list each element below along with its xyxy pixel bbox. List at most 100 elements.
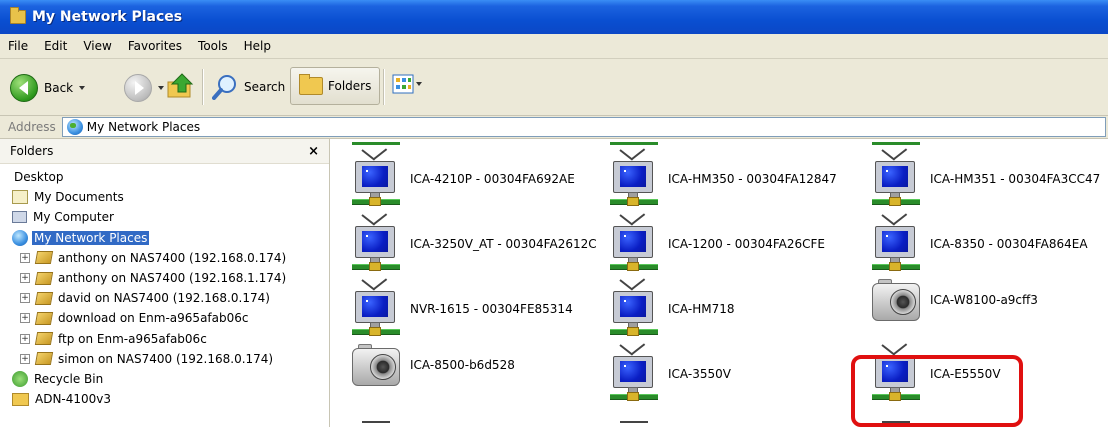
tree-item[interactable]: Desktop <box>0 167 329 187</box>
network-device-label: ICA-4210P - 00304FA692AE <box>410 172 575 186</box>
network-device-item[interactable]: ICA-8500-b6d528 <box>352 344 515 386</box>
network-device-item[interactable]: ICA-1200 - 00304FA26CFE <box>610 213 826 274</box>
recycle-bin-icon <box>12 370 28 387</box>
folders-icon <box>299 74 323 95</box>
tree-item[interactable]: + anthony on NAS7400 (192.168.1.174) <box>0 268 329 288</box>
tree-item-label: ADN-4100v3 <box>35 392 112 407</box>
network-device-item[interactable]: ICA-4210P - 00304FA692AE <box>352 148 575 209</box>
menu-file[interactable]: File <box>0 39 36 53</box>
views-dropdown-icon[interactable] <box>416 82 422 86</box>
network-device-label: ICA-3250V_AT - 00304FA2612C <box>410 237 597 251</box>
search-button[interactable]: Search <box>212 74 285 100</box>
tree-item[interactable]: Recycle Bin <box>0 369 329 389</box>
network-device-label: ICA-3550V <box>668 367 731 381</box>
network-share-icon <box>34 352 54 366</box>
documents-icon <box>12 190 28 205</box>
tree-item[interactable]: + ftp on Enm-a965afab06c <box>0 329 329 349</box>
tree-item-label: ftp on Enm-a965afab06c <box>58 331 207 346</box>
network-share-icon <box>34 251 54 265</box>
expand-icon[interactable]: + <box>20 293 30 304</box>
menu-view[interactable]: View <box>75 39 119 53</box>
highlight-box <box>851 355 1023 427</box>
tree-item-label: My Documents <box>34 190 124 205</box>
back-label: Back <box>44 81 74 95</box>
tree-item[interactable]: + david on NAS7400 (192.168.0.174) <box>0 288 329 308</box>
search-icon <box>212 75 236 100</box>
tree-item-label: Recycle Bin <box>34 371 104 386</box>
expand-icon[interactable]: + <box>20 273 30 284</box>
address-label: Address <box>8 120 56 134</box>
menu-favorites[interactable]: Favorites <box>120 39 190 53</box>
forward-button[interactable] <box>124 74 164 102</box>
network-device-label: ICA-1200 - 00304FA26CFE <box>668 237 826 251</box>
menu-help[interactable]: Help <box>236 39 279 53</box>
network-device-item[interactable]: NVR-1615 - 00304FE85314 <box>352 278 573 339</box>
toolbar-separator <box>383 69 385 105</box>
views-button[interactable] <box>392 74 422 94</box>
window-title: My Network Places <box>32 9 183 25</box>
tree-item-label: david on NAS7400 (192.168.0.174) <box>58 291 270 306</box>
network-share-icon <box>34 291 54 305</box>
forward-arrow-icon <box>124 74 152 102</box>
folder-icon <box>12 392 29 406</box>
menu-edit[interactable]: Edit <box>36 39 75 53</box>
tree-item[interactable]: + download on Enm-a965afab06c <box>0 308 329 328</box>
address-value: My Network Places <box>86 120 201 134</box>
network-device-item[interactable]: ICA-HM350 - 00304FA12847 <box>610 148 837 209</box>
tree-item[interactable]: My Network Places <box>0 228 329 248</box>
folders-pane: Folders × Desktop My Documents My Computer… <box>0 139 330 427</box>
toolbar: Back Search Folders <box>0 59 1108 116</box>
folder-icon <box>10 7 26 24</box>
network-device-icon <box>610 139 658 145</box>
back-arrow-icon <box>10 74 38 102</box>
network-places-icon <box>12 229 28 246</box>
tree-item[interactable]: My Computer <box>0 207 329 227</box>
network-device-label: ICA-HM718 <box>668 302 735 316</box>
tree-item[interactable]: + simon on NAS7400 (192.168.0.174) <box>0 349 329 369</box>
forward-dropdown-icon[interactable] <box>158 86 164 90</box>
expand-icon[interactable]: + <box>20 333 30 344</box>
network-device-item[interactable]: ICA-HM718 <box>610 278 735 339</box>
menu-tools[interactable]: Tools <box>190 39 236 53</box>
tree-item[interactable]: + anthony on NAS7400 (192.168.0.174) <box>0 248 329 268</box>
tree-item-label: Desktop <box>14 170 64 185</box>
network-device-label: ICA-8350 - 00304FA864EA <box>930 237 1088 251</box>
menu-bar: File Edit View Favorites Tools Help <box>0 34 1108 59</box>
network-device-item[interactable]: ICA-8350 - 00304FA864EA <box>872 213 1088 274</box>
network-camera-monitor-icon <box>872 148 920 209</box>
tree-item-label: anthony on NAS7400 (192.168.1.174) <box>58 271 287 286</box>
network-device-item[interactable]: ICA-W8100-a9cff3 <box>872 279 1038 321</box>
tree-item[interactable]: ADN-4100v3 <box>0 389 329 409</box>
views-icon <box>392 74 414 94</box>
network-share-icon <box>34 271 54 285</box>
tree-item-label: My Computer <box>33 210 114 225</box>
up-folder-button[interactable] <box>166 72 196 100</box>
title-bar: My Network Places <box>0 0 1108 34</box>
expand-icon[interactable]: + <box>20 252 30 263</box>
tree-item-label: simon on NAS7400 (192.168.0.174) <box>58 351 274 366</box>
network-device-label: ICA-8500-b6d528 <box>410 358 515 372</box>
computer-icon <box>12 211 27 224</box>
expand-icon[interactable]: + <box>20 353 30 364</box>
network-device-item[interactable]: ICA-3550V <box>610 343 731 404</box>
address-bar: Address My Network Places <box>0 116 1108 139</box>
back-dropdown-icon[interactable] <box>79 86 86 90</box>
folders-pane-title: Folders <box>10 144 54 158</box>
network-camera-monitor-icon <box>610 148 658 209</box>
folder-tree: Desktop My Documents My Computer My Network… <box>0 164 329 409</box>
camera-icon <box>872 279 920 321</box>
folders-button[interactable]: Folders <box>290 67 381 105</box>
network-device-item[interactable]: ICA-HM351 - 00304FA3CC47 <box>872 148 1100 209</box>
network-camera-monitor-icon <box>872 213 920 274</box>
network-camera-monitor-icon <box>352 148 400 209</box>
expand-icon[interactable]: + <box>20 313 30 324</box>
close-icon[interactable]: × <box>308 144 319 159</box>
folders-pane-header: Folders × <box>0 139 329 164</box>
address-field[interactable]: My Network Places <box>61 117 1106 137</box>
search-label: Search <box>244 80 286 94</box>
network-device-item[interactable]: ICA-3250V_AT - 00304FA2612C <box>352 213 597 274</box>
back-button[interactable]: Back <box>10 74 86 102</box>
network-device-label: NVR-1615 - 00304FE85314 <box>410 302 573 316</box>
network-device-label: ICA-W8100-a9cff3 <box>930 293 1038 307</box>
tree-item[interactable]: My Documents <box>0 187 329 207</box>
